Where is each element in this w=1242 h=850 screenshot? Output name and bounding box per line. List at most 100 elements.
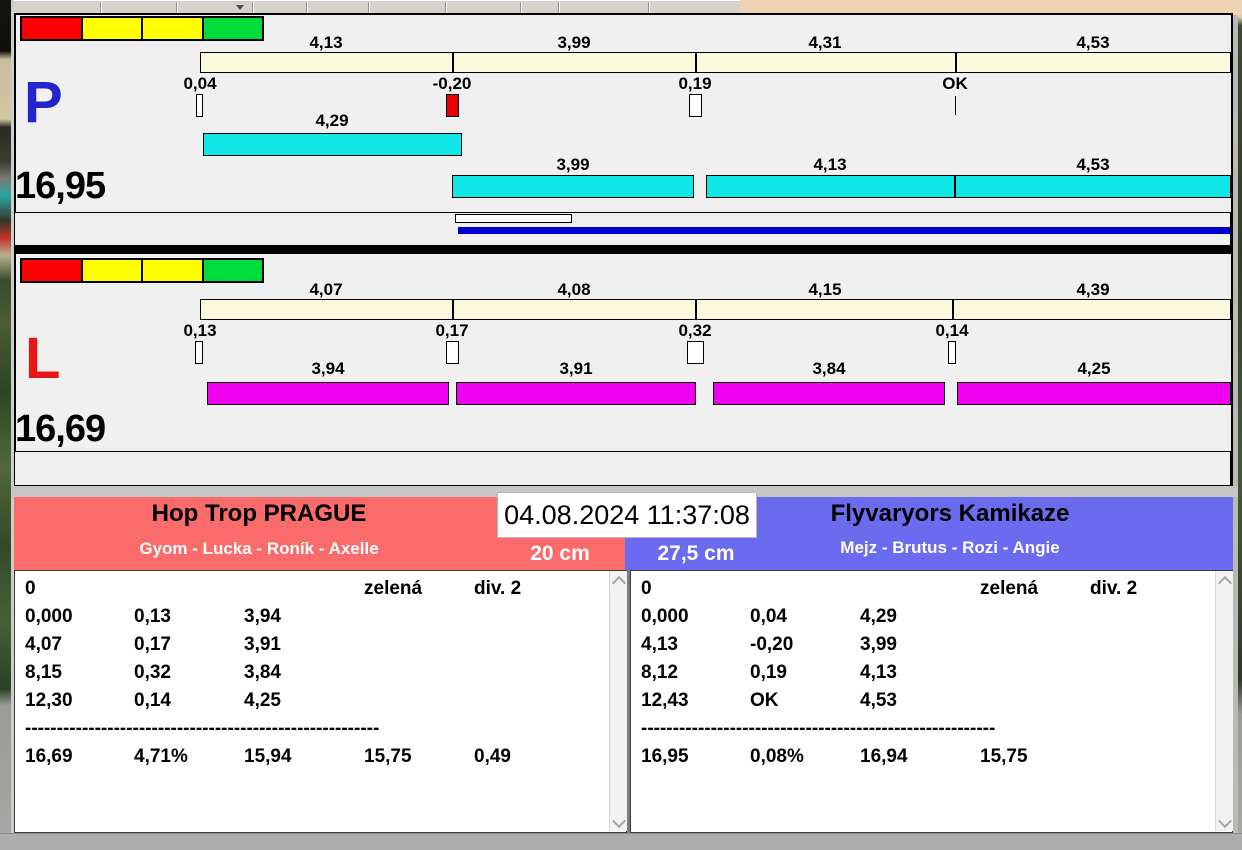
zone-legend-p — [20, 16, 264, 41]
table-totals-row: 16,69 4,71% 15,94 15,75 0,49 — [25, 746, 511, 767]
scale-divider — [695, 299, 697, 320]
legend-yellow-cell — [143, 260, 204, 281]
deviation-marker — [196, 94, 203, 117]
deviation-label: 0,14 — [935, 321, 969, 340]
toolbar-divider — [100, 2, 101, 13]
legend-green-cell — [203, 260, 262, 281]
team-name-left: Hop Trop PRAGUE — [151, 500, 367, 527]
bar-divider — [954, 175, 956, 198]
table-content-right: 0 zelená div. 2 0,000 0,04 4,29 4,13 -0,… — [641, 578, 1201, 774]
split-label: 4,15 — [808, 280, 842, 299]
segment-bar-l — [713, 382, 945, 405]
deviation-marker — [446, 341, 459, 364]
progress-bar — [458, 227, 1230, 234]
datetime-display: 04.08.2024 11:37:08 — [497, 492, 757, 538]
split-label: 4,13 — [309, 33, 343, 52]
lane-letter-l: L — [25, 326, 61, 391]
total-time-p: 16,95 — [15, 165, 106, 207]
legend-yellow-cell — [143, 18, 204, 39]
legend-yellow-cell — [82, 260, 143, 281]
split-label: 4,39 — [1076, 280, 1110, 299]
split-scale-bar-l — [200, 299, 1231, 320]
toolbar-divider — [252, 2, 253, 13]
bar-label: 3,99 — [556, 155, 590, 174]
chevron-up-icon[interactable] — [611, 575, 627, 591]
bar-label: 4,29 — [315, 111, 349, 130]
table-gap — [627, 570, 630, 833]
desktop-background-left — [0, 0, 11, 850]
dropdown-arrow-icon[interactable] — [236, 5, 244, 10]
deviation-label: -0,20 — [432, 74, 472, 93]
table-row: 0 zelená div. 2 — [641, 578, 1138, 599]
table-row: 8,12 0,19 4,13 — [641, 662, 897, 683]
table-separator: ----------------------------------------… — [25, 718, 380, 739]
split-label: 4,08 — [557, 280, 591, 299]
table-content-left: 0 zelená div. 2 0,000 0,13 3,94 4,07 0,1… — [25, 578, 600, 774]
deviation-label: OK — [942, 74, 968, 93]
segment-bar-p — [452, 175, 694, 198]
scrollbar-left-table[interactable] — [609, 571, 627, 831]
bar-label: 4,25 — [1077, 359, 1111, 378]
progress-marker — [455, 214, 572, 223]
bar-label: 4,53 — [1076, 155, 1110, 174]
toolbar-divider — [176, 2, 177, 13]
deviation-marker — [689, 94, 702, 117]
lane-letter-p: P — [24, 70, 63, 135]
bar-label: 4,13 — [813, 155, 847, 174]
table-row: 12,43 OK 4,53 — [641, 690, 897, 711]
zone-legend-l — [20, 258, 264, 283]
toolbar-divider — [445, 2, 446, 13]
toolbar-divider — [306, 2, 307, 13]
distance-badge-left: 20 cm — [530, 542, 590, 565]
table-row: 4,07 0,17 3,91 — [25, 634, 281, 655]
legend-red-cell — [22, 260, 83, 281]
window-frame-right — [1233, 15, 1238, 850]
toolbar-divider — [368, 2, 369, 13]
deviation-marker — [687, 341, 704, 364]
scale-divider — [695, 52, 697, 73]
team-name-right: Flyvaryors Kamikaze — [830, 500, 1070, 527]
scale-divider — [952, 299, 954, 320]
chevron-up-icon[interactable] — [1217, 575, 1233, 591]
deviation-label: 0,13 — [183, 321, 217, 340]
split-label: 4,31 — [808, 33, 842, 52]
table-row: 8,15 0,32 3,84 — [25, 662, 281, 683]
legend-red-cell — [22, 18, 83, 39]
scale-divider — [452, 299, 454, 320]
toolbar-divider — [648, 2, 649, 13]
table-row: 4,13 -0,20 3,99 — [641, 634, 897, 655]
status-bar — [0, 833, 1242, 850]
table-row: 0,000 0,13 3,94 — [25, 606, 281, 627]
toolbar-divider — [558, 2, 559, 13]
table-row: 0,000 0,04 4,29 — [641, 606, 897, 627]
total-time-l: 16,69 — [15, 408, 106, 450]
deviation-marker — [195, 341, 203, 364]
bar-label: 3,84 — [812, 359, 846, 378]
desktop-background-right — [1238, 0, 1242, 850]
table-row: 12,30 0,14 4,25 — [25, 690, 281, 711]
split-label: 4,07 — [309, 280, 343, 299]
segment-bar-l — [456, 382, 696, 405]
legend-green-cell — [203, 18, 262, 39]
segment-bar-p — [203, 133, 462, 156]
split-scale-bar-p — [200, 52, 1231, 73]
segment-bar-l — [957, 382, 1231, 405]
deviation-label: 0,04 — [183, 74, 217, 93]
distance-badge-right: 27,5 cm — [657, 542, 735, 565]
deviation-label: 0,17 — [435, 321, 469, 340]
team-members-right: Mejz - Brutus - Rozi - Angie — [840, 538, 1060, 557]
deviation-marker-alert — [446, 94, 459, 117]
table-totals-row: 16,95 0,08% 16,94 15,75 — [641, 746, 1028, 767]
chevron-down-icon[interactable] — [1217, 813, 1233, 829]
segment-bar-l — [207, 382, 449, 405]
chevron-down-icon[interactable] — [611, 813, 627, 829]
app-window: 4,13 3,99 4,31 4,53 0,04 -0,20 0,19 OK P… — [0, 0, 1242, 850]
table-separator: ----------------------------------------… — [641, 718, 996, 739]
split-label: 4,53 — [1076, 33, 1110, 52]
bar-label: 3,91 — [559, 359, 593, 378]
progress-track-l — [14, 451, 1231, 486]
deviation-label: 0,32 — [678, 321, 712, 340]
team-members-left: Gyom - Lucka - Roník - Axelle — [139, 539, 379, 558]
scrollbar-right-table[interactable] — [1215, 571, 1233, 831]
clipped-toolbar — [14, 0, 740, 14]
